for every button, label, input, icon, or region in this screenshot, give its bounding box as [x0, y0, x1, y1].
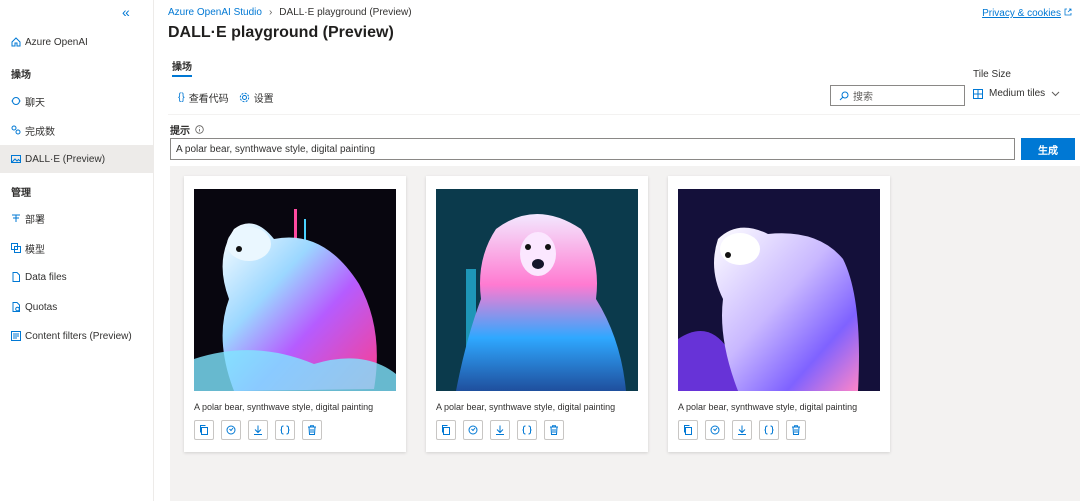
search-input[interactable]: 搜索 [830, 85, 965, 106]
external-link-icon [1064, 8, 1072, 19]
chevron-right-icon: › [268, 7, 273, 18]
image-caption: A polar bear, synthwave style, digital p… [194, 402, 374, 412]
image-caption: A polar bear, synthwave style, digital p… [436, 402, 616, 412]
divider [168, 114, 1080, 115]
regenerate-icon[interactable] [221, 420, 241, 440]
download-icon[interactable] [732, 420, 752, 440]
copy-icon[interactable] [436, 420, 456, 440]
home-icon [11, 37, 21, 47]
tile-size-label: Tile Size [973, 69, 1011, 80]
sidebar-item-data-files[interactable]: Data files [0, 263, 153, 291]
sidebar-item-label: DALL·E (Preview) [25, 153, 106, 165]
model-icon [11, 243, 21, 253]
chat-icon [11, 96, 21, 106]
grid-icon [973, 88, 983, 99]
toolbar: {} 查看代码 设置 [178, 90, 284, 105]
sidebar-item-models[interactable]: 模型 [0, 234, 153, 262]
sidebar-item-label: Quotas [25, 301, 58, 313]
prompt-label: 提示 [170, 122, 204, 137]
sidebar-item-label: 聊天 [25, 97, 45, 109]
image-gallery: A polar bear, synthwave style, digital p… [170, 166, 1080, 501]
privacy-link[interactable]: Privacy & cookies [982, 8, 1072, 19]
sidebar: « Azure OpenAI 操场 聊天 完成数 DALL·E (Preview [0, 0, 154, 501]
chevron-down-icon [1051, 91, 1060, 97]
delete-icon[interactable] [302, 420, 322, 440]
breadcrumb-root-link[interactable]: Azure OpenAI Studio [168, 7, 262, 18]
quota-icon [11, 302, 21, 312]
delete-icon[interactable] [786, 420, 806, 440]
sidebar-item-label: Azure OpenAI [25, 36, 88, 48]
deploy-icon [11, 213, 21, 223]
card-actions [194, 420, 322, 440]
card-actions [678, 420, 806, 440]
sidebar-section-management: 管理 [11, 188, 31, 199]
gear-icon [239, 92, 250, 103]
code-braces-icon: {} [178, 92, 185, 103]
view-code-button[interactable]: {} 查看代码 [178, 90, 229, 105]
download-icon[interactable] [490, 420, 510, 440]
sidebar-item-quotas[interactable]: Quotas [0, 293, 153, 321]
view-code-icon[interactable] [275, 420, 295, 440]
tile-size-dropdown[interactable]: Medium tiles [973, 88, 1060, 99]
generated-image[interactable] [678, 189, 880, 391]
result-card[interactable]: A polar bear, synthwave style, digital p… [184, 176, 406, 452]
regenerate-icon[interactable] [705, 420, 725, 440]
search-placeholder: 搜索 [853, 92, 873, 103]
collapse-sidebar-icon[interactable]: « [122, 4, 130, 20]
tab-active-indicator [172, 75, 192, 77]
file-icon [11, 272, 21, 282]
generated-image[interactable] [436, 189, 638, 391]
breadcrumb: Azure OpenAI Studio › DALL·E playground … [168, 7, 412, 18]
sidebar-item-label: Content filters (Preview) [25, 330, 132, 342]
copy-icon[interactable] [194, 420, 214, 440]
main-content: Azure OpenAI Studio › DALL·E playground … [154, 0, 1080, 501]
sidebar-item-deployments[interactable]: 部署 [0, 204, 153, 232]
regenerate-icon[interactable] [463, 420, 483, 440]
image-icon [11, 154, 21, 164]
view-code-icon[interactable] [759, 420, 779, 440]
card-actions [436, 420, 564, 440]
sidebar-item-label: Data files [25, 271, 67, 283]
view-code-icon[interactable] [517, 420, 537, 440]
sidebar-item-label: 完成数 [25, 126, 55, 138]
sidebar-item-completions[interactable]: 完成数 [0, 116, 153, 144]
view-code-label: 查看代码 [188, 94, 229, 105]
delete-icon[interactable] [544, 420, 564, 440]
sidebar-section-playground: 操场 [11, 70, 31, 81]
settings-button[interactable]: 设置 [239, 90, 274, 105]
result-card[interactable]: A polar bear, synthwave style, digital p… [668, 176, 890, 452]
copy-icon[interactable] [678, 420, 698, 440]
generated-image[interactable] [194, 189, 396, 391]
settings-label: 设置 [253, 94, 274, 105]
app: « Azure OpenAI 操场 聊天 完成数 DALL·E (Preview [0, 0, 1080, 501]
page-title: DALL·E playground (Preview) [168, 24, 394, 41]
result-card[interactable]: A polar bear, synthwave style, digital p… [426, 176, 648, 452]
sidebar-item-content-filters[interactable]: Content filters (Preview) [0, 322, 153, 350]
filter-icon [11, 331, 21, 341]
sidebar-item-label: 模型 [25, 244, 45, 256]
generate-button[interactable]: 生成 [1021, 138, 1075, 160]
prompt-input[interactable]: A polar bear, synthwave style, digital p… [170, 138, 1015, 160]
tab-playground[interactable]: 操场 [172, 58, 192, 73]
search-icon [839, 91, 849, 101]
image-caption: A polar bear, synthwave style, digital p… [678, 402, 858, 412]
privacy-label: Privacy & cookies [982, 8, 1061, 19]
sidebar-item-label: 部署 [25, 214, 45, 226]
breadcrumb-current: DALL·E playground (Preview) [279, 7, 412, 18]
sidebar-item-chat[interactable]: 聊天 [0, 87, 153, 115]
prompt-label-text: 提示 [170, 126, 190, 137]
completions-icon [11, 125, 21, 135]
sidebar-item-azure-openai[interactable]: Azure OpenAI [0, 28, 153, 56]
tile-size-value: Medium tiles [989, 88, 1046, 99]
download-icon[interactable] [248, 420, 268, 440]
sidebar-item-dalle[interactable]: DALL·E (Preview) [0, 145, 153, 173]
info-icon[interactable] [195, 125, 204, 134]
